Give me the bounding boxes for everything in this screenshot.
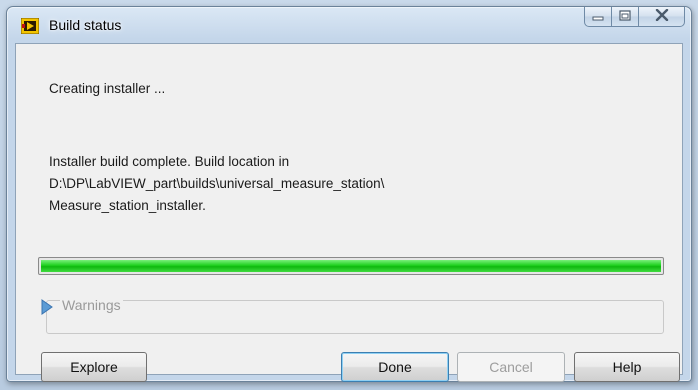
triangle-right-icon[interactable] — [40, 299, 54, 315]
dialog-body: Creating installer ... Installer build c… — [15, 43, 683, 382]
maximize-icon — [619, 8, 631, 26]
warnings-panel — [46, 300, 664, 334]
close-icon — [655, 8, 669, 26]
build-message-line-3: Measure_station_installer. — [49, 198, 206, 213]
done-button[interactable]: Done — [341, 352, 449, 382]
build-status-window: Build status Creating installer ... Inst… — [6, 6, 692, 382]
window-controls — [584, 7, 685, 29]
build-message-line-2: D:\DP\LabVIEW_part\builds\universal_meas… — [49, 176, 385, 191]
build-message-line-1: Installer build complete. Build location… — [49, 154, 290, 169]
title-bar[interactable]: Build status — [7, 7, 691, 43]
progress-fill — [41, 260, 661, 272]
maximize-button[interactable] — [612, 7, 639, 27]
close-button[interactable] — [639, 7, 685, 27]
warnings-label[interactable]: Warnings — [60, 297, 123, 313]
help-button[interactable]: Help — [574, 352, 680, 382]
labview-build-icon — [20, 17, 40, 35]
status-heading: Creating installer ... — [49, 81, 166, 96]
build-progress-bar — [38, 257, 664, 275]
cancel-button[interactable]: Cancel — [457, 352, 565, 382]
window-title: Build status — [49, 17, 122, 33]
explore-button[interactable]: Explore — [41, 352, 147, 382]
minimize-button[interactable] — [584, 7, 612, 27]
minimize-icon — [592, 8, 604, 26]
